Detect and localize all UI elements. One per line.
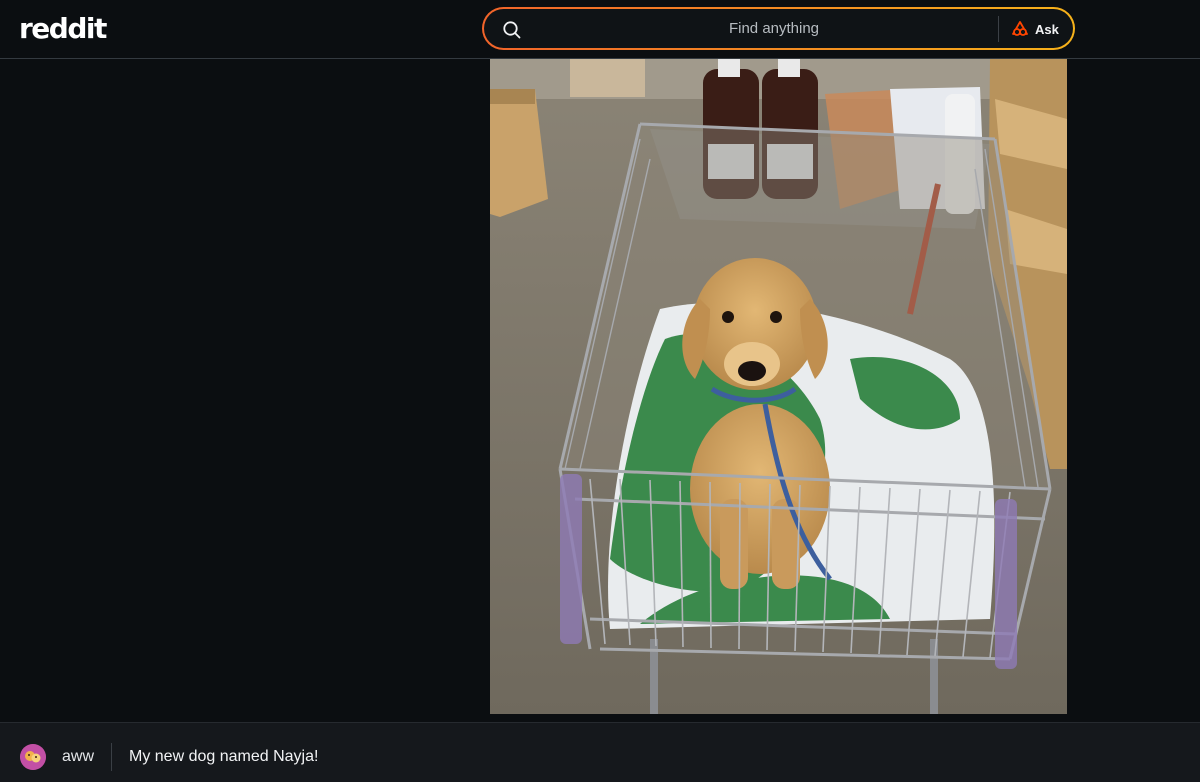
ask-label: Ask <box>1035 21 1059 37</box>
reddit-logo[interactable]: reddit <box>19 12 107 45</box>
answers-icon <box>1012 21 1028 36</box>
search-icon <box>503 21 521 39</box>
dog-in-cart-photo <box>490 59 1067 714</box>
subreddit-avatar[interactable] <box>20 744 46 770</box>
top-navigation-bar: reddit Ask <box>0 0 1200 59</box>
search-bar[interactable]: Ask <box>482 7 1075 50</box>
search-input[interactable] <box>534 9 1014 48</box>
info-divider <box>111 743 112 771</box>
post-image[interactable] <box>490 59 1067 714</box>
search-divider <box>998 16 999 42</box>
post-title[interactable]: My new dog named Nayja! <box>129 748 318 766</box>
post-info-bar: aww My new dog named Nayja! <box>0 722 1200 782</box>
ask-button[interactable]: Ask <box>1011 15 1067 43</box>
subreddit-avatar-icon <box>20 744 46 770</box>
subreddit-name[interactable]: aww <box>62 748 94 766</box>
